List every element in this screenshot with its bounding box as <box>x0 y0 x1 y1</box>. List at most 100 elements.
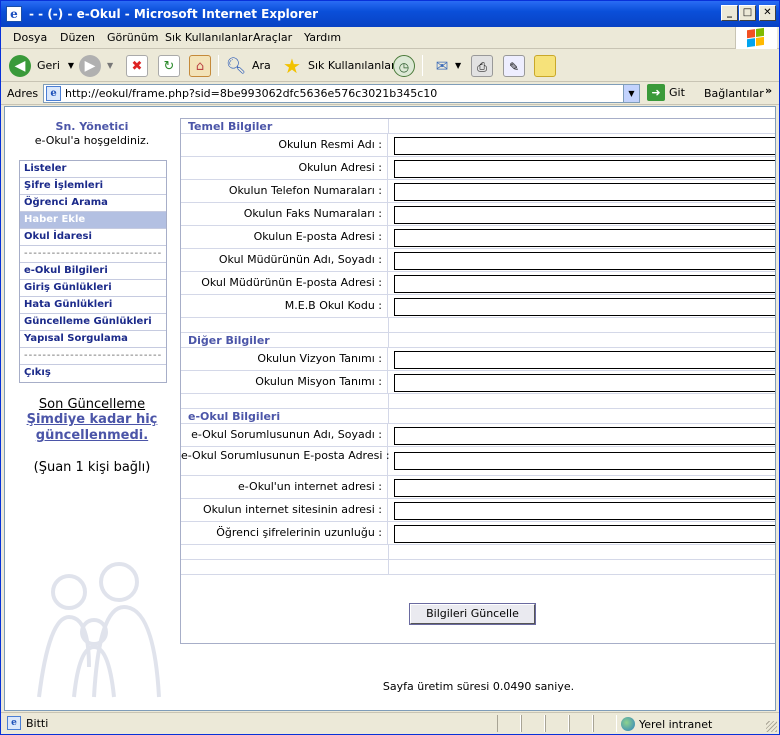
links-chevron-icon[interactable]: » <box>765 84 772 97</box>
address-url: http://eokul/frame.php?sid=8be993062dfc5… <box>65 87 438 100</box>
eokul-adres-input[interactable] <box>394 479 775 497</box>
faks-input[interactable] <box>394 206 775 224</box>
go-arrow-icon: ➜ <box>647 84 665 101</box>
meb-okul-kodu-input[interactable] <box>394 298 775 316</box>
okul-resmi-adi-input[interactable] <box>394 137 775 155</box>
forward-button[interactable]: ▶ ▼ <box>79 53 113 78</box>
favorites-button[interactable]: ★ Sık Kullanılanlar <box>281 53 395 78</box>
telefon-input[interactable] <box>394 183 775 201</box>
online-count: (Şuan 1 kişi bağlı) <box>33 460 151 475</box>
close-button[interactable]: ✕ <box>759 5 776 21</box>
okul-site-input[interactable] <box>394 502 775 520</box>
print-button[interactable]: ⎙ <box>471 53 493 78</box>
window-title: - - (-) - e-Okul - Microsoft Internet Ex… <box>29 7 319 21</box>
sidebar-item-okul-idaresi[interactable]: Okul İdaresi <box>20 229 166 246</box>
eposta-input[interactable] <box>394 229 775 247</box>
back-button[interactable]: ◀ Geri ▼ <box>9 53 74 78</box>
edit-button[interactable]: ✎ <box>503 53 525 78</box>
intranet-globe-icon <box>621 717 635 731</box>
field-label: Okulun internet sitesinin adresi : <box>181 499 388 521</box>
sorumlu-eposta-input[interactable] <box>394 452 775 470</box>
menu-help[interactable]: Yardım <box>304 31 341 44</box>
forward-arrow-icon: ▶ <box>79 54 101 77</box>
messenger-button[interactable] <box>534 53 556 78</box>
status-pane <box>545 715 569 732</box>
sidebar-item-ogrenci-arama[interactable]: Öğrenci Arama <box>20 195 166 212</box>
menu-tools[interactable]: Araçlar <box>253 31 292 44</box>
refresh-button[interactable]: ↻ <box>158 53 180 78</box>
address-bar: Adres e http://eokul/frame.php?sid=8be99… <box>1 82 779 105</box>
spacer-row <box>181 318 775 333</box>
history-button[interactable]: ◷ <box>393 53 415 78</box>
address-input[interactable]: e http://eokul/frame.php?sid=8be993062df… <box>43 84 640 103</box>
mudur-adi-input[interactable] <box>394 252 775 270</box>
spacer-row <box>181 394 775 409</box>
back-dropdown-icon[interactable]: ▼ <box>68 61 74 70</box>
sifre-uzunlugu-input[interactable] <box>394 525 775 543</box>
search-button[interactable]: 🔍︎ Ara <box>225 53 271 78</box>
welcome-box: Sn. Yönetici e-Okul'a hoşgeldiniz. <box>17 120 167 147</box>
last-update-link[interactable]: Şimdiye kadar hiç güncellenmedi. <box>17 412 167 444</box>
menu-bar: Dosya Düzen Görünüm Sık Kullanılanlar Ar… <box>1 27 779 49</box>
toolbar-separator <box>218 55 219 76</box>
form-row: Okulun Faks Numaraları : <box>181 203 775 226</box>
form-row: Okulun Misyon Tanımı : <box>181 371 775 394</box>
sidebar-item-yapisal-sorgulama[interactable]: Yapısal Sorgulama <box>20 331 166 348</box>
menu-favorites[interactable]: Sık Kullanılanlar <box>165 31 253 44</box>
field-label: Okulun Faks Numaraları : <box>181 203 388 225</box>
sidebar-separator: ------------------------------ <box>20 348 166 365</box>
history-icon: ◷ <box>393 54 415 77</box>
maximize-button[interactable]: □ <box>739 5 756 21</box>
page-done-icon: e <box>7 716 21 730</box>
field-label: e-Okul'un internet adresi : <box>181 476 388 498</box>
sidebar-item-cikis[interactable]: Çıkış <box>20 365 166 382</box>
ie-app-icon[interactable]: e <box>6 6 22 22</box>
section-title: Diğer Bilgiler <box>188 334 270 347</box>
field-label: Okulun Adresi : <box>181 157 388 179</box>
home-button[interactable]: ⌂ <box>189 53 211 78</box>
address-dropdown-icon[interactable]: ▼ <box>623 85 639 102</box>
welcome-text: e-Okul'a hoşgeldiniz. <box>34 134 150 147</box>
sidebar-item-hata-gunlukleri[interactable]: Hata Günlükleri <box>20 297 166 314</box>
okul-adresi-input[interactable] <box>394 160 775 178</box>
minimize-button[interactable]: _ <box>721 5 738 21</box>
field-label: Okulun Misyon Tanımı : <box>181 371 388 393</box>
sidebar-item-eokul-bilgileri[interactable]: e-Okul Bilgileri <box>20 263 166 280</box>
form-row: Öğrenci şifrelerinin uzunluğu : <box>181 522 775 545</box>
go-button[interactable]: ➜ Git <box>647 84 685 101</box>
menu-edit[interactable]: Düzen <box>60 31 95 44</box>
section-title: e-Okul Bilgileri <box>188 410 281 423</box>
sidebar-item-listeler[interactable]: Listeler <box>20 161 166 178</box>
form-row: Okulun Vizyon Tanımı : <box>181 348 775 371</box>
status-pane <box>497 715 521 732</box>
resize-grip[interactable] <box>766 721 777 732</box>
mail-button[interactable]: ✉ ▼ <box>431 53 461 78</box>
forward-dropdown-icon[interactable]: ▼ <box>107 61 113 70</box>
go-label: Git <box>669 86 685 99</box>
links-toolbar[interactable]: Bağlantılar <box>704 87 764 100</box>
sidebar-item-giris-gunlukleri[interactable]: Giriş Günlükleri <box>20 280 166 297</box>
school-info-form: Temel Bilgiler Okulun Resmi Adı : Okulun… <box>181 119 775 575</box>
sidebar-item-haber-ekle[interactable]: Haber Ekle <box>20 212 166 229</box>
spacer-row <box>181 560 775 575</box>
mudur-eposta-input[interactable] <box>394 275 775 293</box>
sidebar-item-guncelleme-gunlukleri[interactable]: Güncelleme Günlükleri <box>20 314 166 331</box>
sidebar-separator: ------------------------------ <box>20 246 166 263</box>
sorumlu-adi-input[interactable] <box>394 427 775 445</box>
mail-dropdown-icon[interactable]: ▼ <box>455 61 461 70</box>
status-pane <box>593 715 617 732</box>
misyon-input[interactable] <box>394 374 775 392</box>
field-label: Okulun Resmi Adı : <box>181 134 388 156</box>
status-text: Bitti <box>26 717 49 730</box>
page-icon: e <box>46 86 61 101</box>
menu-view[interactable]: Görünüm <box>107 31 158 44</box>
menu-file[interactable]: Dosya <box>13 31 47 44</box>
field-label: M.E.B Okul Kodu : <box>181 295 388 317</box>
stop-icon: ✖ <box>126 54 148 77</box>
last-update-label: Son Güncelleme <box>38 397 146 412</box>
vizyon-input[interactable] <box>394 351 775 369</box>
sidebar-item-sifre-islemleri[interactable]: Şifre İşlemleri <box>20 178 166 195</box>
update-button[interactable]: Bilgileri Güncelle <box>409 603 536 625</box>
stop-button[interactable]: ✖ <box>126 53 148 78</box>
print-icon: ⎙ <box>471 54 493 77</box>
